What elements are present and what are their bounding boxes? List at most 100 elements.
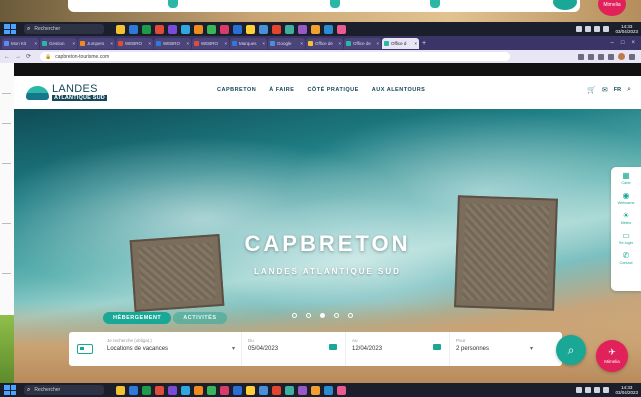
browser-tab[interactable]: Google × (268, 37, 305, 49)
minimize-icon[interactable]: – (611, 40, 614, 46)
browser-tab[interactable]: Office d × (382, 37, 419, 49)
wifi-icon[interactable] (585, 26, 592, 32)
browser-tab[interactable]: WEBRO × (192, 37, 229, 49)
arrival-date-field[interactable]: Du 05/04/2023 (241, 332, 345, 366)
taskbar-app-icon[interactable] (181, 385, 190, 395)
menu-kebab-icon[interactable] (629, 53, 635, 60)
profile-avatar[interactable] (618, 53, 625, 60)
tab-close-icon[interactable]: × (262, 41, 265, 46)
language-switch[interactable]: FR (614, 87, 621, 93)
taskbar-app-icon[interactable] (324, 385, 333, 395)
nav-cote-pratique[interactable]: CÔTÉ PRATIQUE (307, 87, 358, 93)
taskbar-app-icon[interactable] (168, 24, 177, 34)
tab-close-icon[interactable]: × (338, 41, 341, 46)
taskbar-app-icon[interactable] (129, 385, 138, 395)
volume-icon[interactable] (594, 26, 601, 32)
side-item-carte[interactable]: ▦ Carte (621, 172, 630, 186)
taskbar-app-icon[interactable] (142, 385, 151, 395)
tab-close-icon[interactable]: × (186, 41, 189, 46)
persons-select[interactable]: Pour 2 personnes ▾ (449, 332, 539, 366)
taskbar-app-icon[interactable] (155, 385, 164, 395)
nav-a-faire[interactable]: À FAIRE (269, 87, 294, 93)
taskbar-app-icon[interactable] (259, 385, 268, 395)
cart-icon[interactable]: 🛒 (587, 86, 596, 94)
taskbar-search-box[interactable]: ⌕ Rechercher (24, 385, 104, 395)
bookmark-star-icon[interactable] (588, 53, 594, 60)
battery-icon[interactable] (603, 387, 610, 393)
taskbar-app-icon[interactable] (207, 385, 216, 395)
taskbar-app-icon[interactable] (168, 385, 177, 395)
taskbar-app-icon[interactable] (155, 24, 164, 34)
tray-chevron-icon[interactable] (576, 26, 583, 32)
taskbar-clock[interactable]: 14:33 03/04/2023 (615, 24, 638, 34)
accommodation-type-select[interactable]: Je recherche (obligat.) Locations de vac… (101, 332, 241, 366)
taskbar-app-icon[interactable] (220, 24, 229, 34)
taskbar-search-box[interactable]: ⌕ Rechercher (24, 24, 104, 34)
volume-icon[interactable] (594, 387, 601, 393)
tab-close-icon[interactable]: × (224, 41, 227, 46)
taskbar-app-icon[interactable] (311, 385, 320, 395)
side-item-se-loger[interactable]: ▭ Se loger (619, 232, 633, 246)
windows-start-icon[interactable] (4, 24, 16, 34)
side-item-webcams[interactable]: ◉ Webcams (618, 192, 635, 206)
taskbar-app-icon[interactable] (194, 385, 203, 395)
taskbar-app-icon[interactable] (272, 24, 281, 34)
wifi-icon[interactable] (585, 387, 592, 393)
taskbar-app-icon[interactable] (181, 24, 190, 34)
mail-icon[interactable]: ✉ (602, 86, 608, 94)
extensions-icon[interactable] (598, 53, 604, 60)
taskbar-app-icon[interactable] (285, 385, 294, 395)
taskbar-app-icon[interactable] (220, 385, 229, 395)
tab-close-icon[interactable]: × (148, 41, 151, 46)
taskbar-app-icon[interactable] (259, 24, 268, 34)
carousel-dot[interactable] (348, 313, 353, 318)
browser-tab[interactable]: Office de × (344, 37, 381, 49)
tab-close-icon[interactable]: × (110, 41, 113, 46)
carousel-dot[interactable] (334, 313, 339, 318)
taskbar-app-icon[interactable] (285, 24, 294, 34)
search-icon[interactable]: ⌕ (627, 86, 631, 94)
carousel-dot[interactable] (292, 313, 297, 318)
maximize-icon[interactable]: □ (621, 40, 625, 46)
taskbar-app-icon[interactable] (194, 24, 203, 34)
side-item-meteo[interactable]: ☀ Météo (621, 212, 632, 226)
carousel-dot[interactable] (306, 313, 311, 318)
tab-close-icon[interactable]: × (376, 41, 379, 46)
mimic-button[interactable]: ✈ Mimelia (596, 340, 628, 372)
taskbar-app-icon[interactable] (207, 24, 216, 34)
taskbar-app-icon[interactable] (116, 24, 125, 34)
tray-chevron-icon[interactable] (576, 387, 583, 393)
taskbar-app-icon[interactable] (337, 24, 346, 34)
new-tab-plus-icon[interactable]: + (422, 40, 426, 47)
tab-close-icon[interactable]: × (34, 41, 37, 46)
tab-close-icon[interactable]: × (300, 41, 303, 46)
taskbar-app-icon[interactable] (246, 385, 255, 395)
browser-tab[interactable]: WEBRO × (116, 37, 153, 49)
tab-hebergement[interactable]: HÉBERGEMENT (103, 312, 172, 324)
taskbar-app-icon[interactable] (129, 24, 138, 34)
forward-arrow-icon[interactable]: → (15, 54, 21, 60)
taskbar-app-icon[interactable] (246, 24, 255, 34)
battery-icon[interactable] (603, 26, 610, 32)
browser-tab[interactable]: Office de × (306, 37, 343, 49)
taskbar-app-icon[interactable] (272, 385, 281, 395)
tab-close-icon[interactable]: × (72, 41, 75, 46)
browser-tab[interactable]: Marques × (230, 37, 267, 49)
browser-tab[interactable]: Gestion × (40, 37, 77, 49)
browser-tab[interactable]: Jumpers × (78, 37, 115, 49)
tab-activites[interactable]: ACTIVITÉS (173, 312, 227, 324)
side-item-contact[interactable]: ✆ Contact (619, 252, 632, 266)
nav-aux-alentours[interactable]: AUX ALENTOURS (372, 87, 426, 93)
close-icon[interactable]: × (631, 40, 635, 46)
browser-tab[interactable]: Mon Kit × (2, 37, 39, 49)
browser-tab[interactable]: WEBRO × (154, 37, 191, 49)
taskbar-app-icon[interactable] (233, 24, 242, 34)
carousel-dot[interactable] (320, 313, 325, 318)
taskbar-app-icon[interactable] (337, 385, 346, 395)
reload-icon[interactable]: ⟳ (26, 53, 31, 60)
taskbar-app-icon[interactable] (311, 24, 320, 34)
site-logo[interactable]: LANDES ATLANTIQUE SUD (26, 81, 116, 106)
taskbar-app-icon[interactable] (233, 385, 242, 395)
taskbar-app-icon[interactable] (142, 24, 151, 34)
taskbar-app-icon[interactable] (116, 385, 125, 395)
